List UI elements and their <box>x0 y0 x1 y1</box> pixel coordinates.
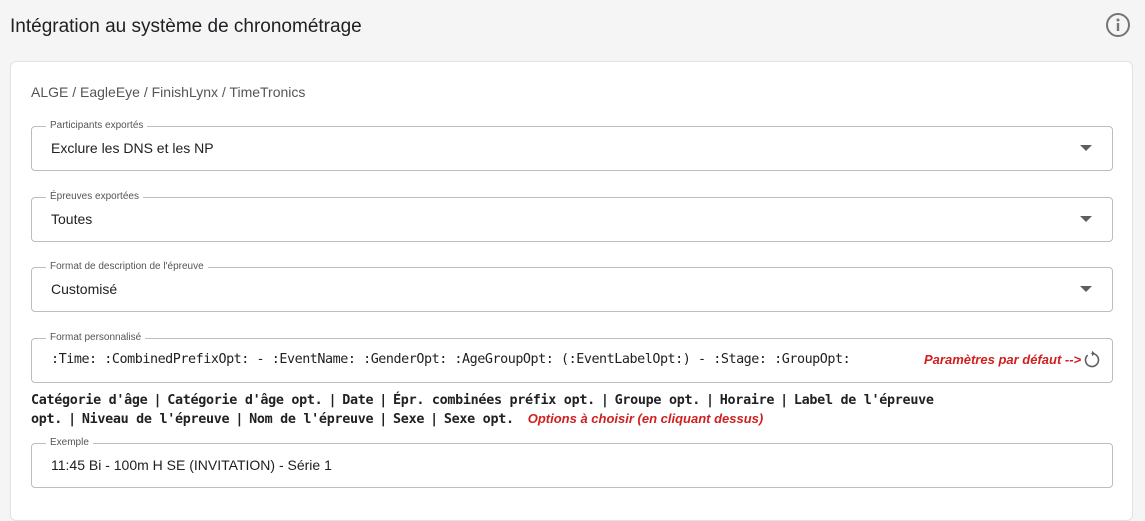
section-title: ALGE / EagleEye / FinishLynx / TimeTroni… <box>31 84 306 100</box>
option-item[interactable]: Catégorie d'âge opt. <box>167 393 323 408</box>
option-item[interactable]: Niveau de l'épreuve <box>82 412 230 427</box>
example-label: Exemple <box>46 437 93 449</box>
option-item[interactable]: Nom de l'épreuve <box>249 412 374 427</box>
chevron-down-icon <box>1080 286 1092 292</box>
participants-value: Exclure les DNS et les NP <box>51 140 214 156</box>
custom-format-label: Format personnalisé <box>46 332 146 344</box>
chevron-down-icon <box>1080 145 1092 151</box>
example-value: 11:45 Bi - 100m H SE (INVITATION) - Séri… <box>51 457 332 473</box>
page-title: Intégration au système de chronométrage <box>10 16 362 37</box>
chevron-down-icon <box>1080 216 1092 222</box>
timing-integration-card: ALGE / EagleEye / FinishLynx / TimeTroni… <box>10 61 1133 521</box>
reset-hint: Paramètres par défaut --> <box>924 352 1082 367</box>
format-label: Format de description de l'épreuve <box>46 261 208 273</box>
custom-format-input[interactable]: Format personnalisé :Time: :CombinedPref… <box>31 332 1113 383</box>
info-circle-icon <box>1106 13 1130 37</box>
participants-label: Participants exportés <box>46 120 148 132</box>
option-item[interactable]: Sexe <box>393 412 424 427</box>
page-header: Intégration au système de chronométrage <box>0 0 1145 58</box>
events-label: Épreuves exportées <box>46 191 143 203</box>
format-select[interactable]: Format de description de l'épreuve Custo… <box>31 261 1113 312</box>
reset-icon <box>1084 350 1100 368</box>
option-item[interactable]: Épr. combinées préfix opt. <box>393 393 595 408</box>
option-item[interactable]: Horaire <box>720 393 775 408</box>
info-button[interactable] <box>1105 12 1131 38</box>
format-value: Customisé <box>51 281 118 297</box>
custom-format-value[interactable]: :Time: :CombinedPrefixOpt: - :EventName:… <box>51 352 851 367</box>
events-value: Toutes <box>51 211 93 227</box>
option-item[interactable]: Date <box>342 393 373 408</box>
option-item[interactable]: Groupe opt. <box>615 393 701 408</box>
events-select[interactable]: Épreuves exportées Toutes <box>31 191 1113 242</box>
option-item[interactable]: Catégorie d'âge <box>31 393 148 408</box>
options-hint: Options à choisir (en cliquant dessus) <box>527 411 764 426</box>
example-field: Exemple 11:45 Bi - 100m H SE (INVITATION… <box>31 437 1113 488</box>
reset-button[interactable] <box>1081 349 1103 371</box>
format-options: Catégorie d'âge | Catégorie d'âge opt. | Dat… <box>31 393 934 427</box>
option-item[interactable]: Sexe opt. <box>444 412 514 427</box>
participants-select[interactable]: Participants exportés Exclure les DNS et… <box>31 120 1113 171</box>
